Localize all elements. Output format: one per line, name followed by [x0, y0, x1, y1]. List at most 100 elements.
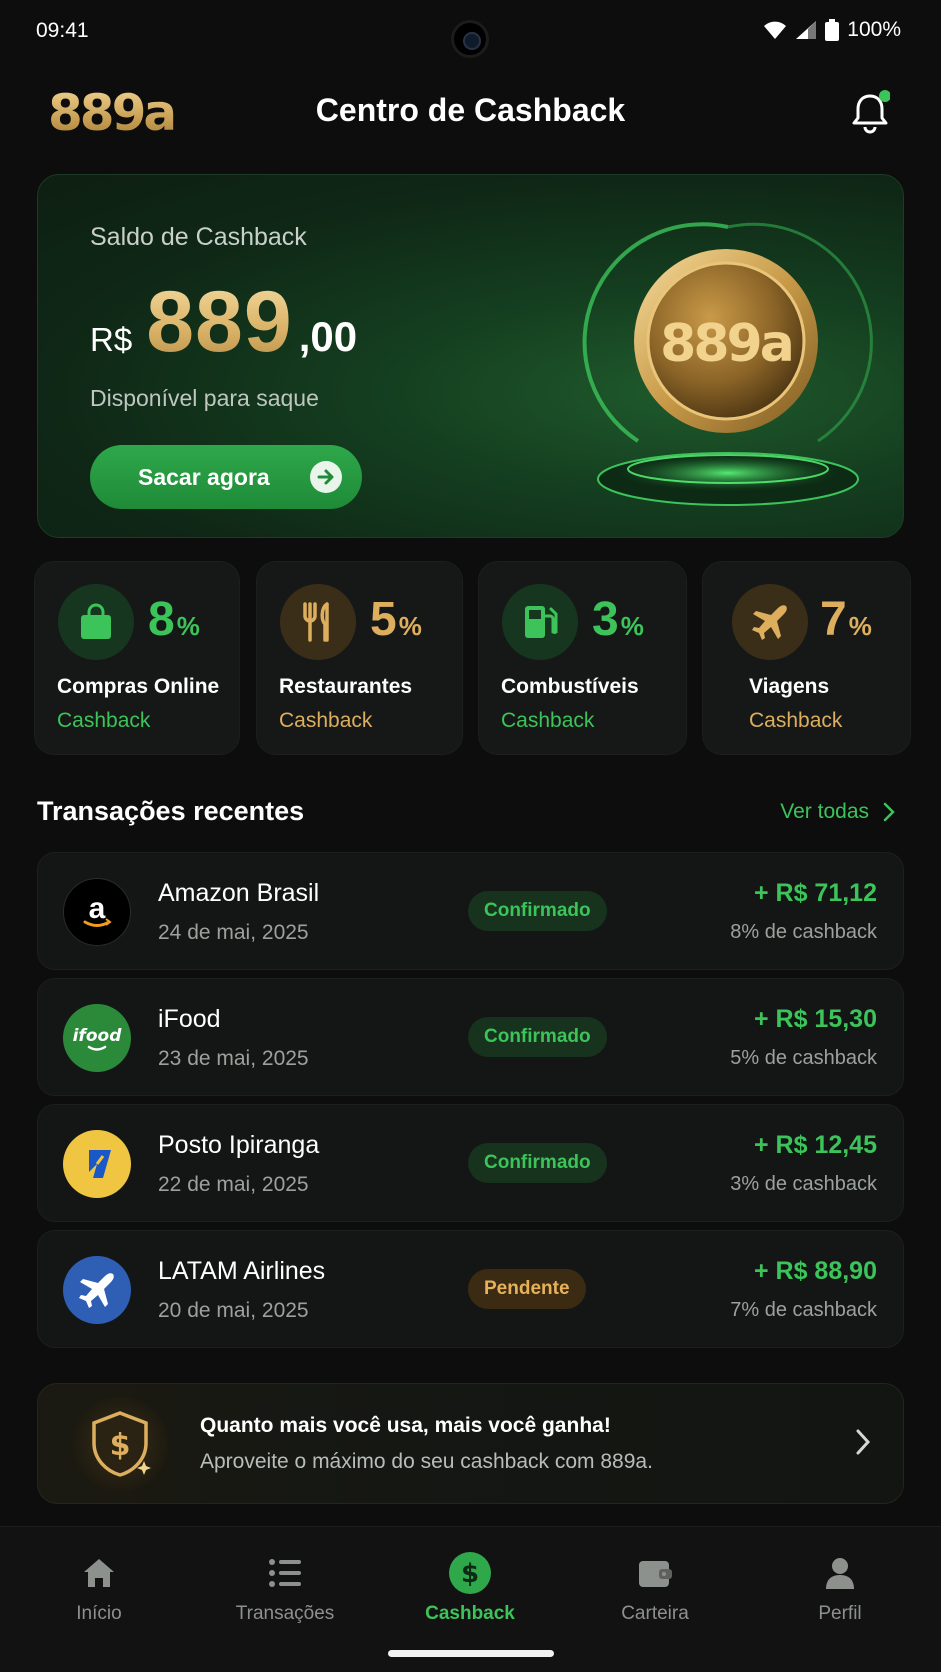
category-card-fuel[interactable]: 3% Combustíveis Cashback: [478, 561, 687, 755]
transaction-amount: + R$ 12,45: [753, 1131, 877, 1159]
shield-dollar-icon: $: [72, 1396, 168, 1492]
chevron-right-icon: [883, 802, 895, 822]
merchant-name: Amazon Brasil: [158, 879, 320, 907]
app-header: 889a Centro de Cashback: [0, 76, 941, 148]
ifood-logo-icon: ifood: [63, 1004, 131, 1072]
list-icon: [268, 1553, 302, 1593]
svg-text:$: $: [461, 1559, 479, 1589]
gold-coin-illustration: 889a: [582, 222, 873, 506]
battery-icon: [825, 19, 840, 41]
nav-item-perfil[interactable]: Perfil: [746, 1527, 934, 1647]
status-badge: Pendente: [468, 1269, 586, 1309]
promo-title: Quanto mais você usa, mais você ganha!: [200, 1414, 611, 1437]
category-name: Compras Online: [57, 675, 220, 698]
dollar-coin-icon: $: [448, 1552, 492, 1594]
balance-integer: 889: [146, 274, 293, 370]
category-percent: 7%: [820, 593, 872, 646]
category-card-restaurants[interactable]: 5% Restaurantes Cashback: [256, 561, 463, 755]
fuel-pump-icon: [502, 584, 578, 660]
status-time: 09:41: [36, 19, 89, 42]
amazon-logo-icon: a: [63, 878, 131, 946]
coin-logo-text: 889a: [660, 314, 792, 374]
nav-item-cashback[interactable]: $ Cashback: [376, 1527, 564, 1647]
arrow-right-icon: [310, 461, 342, 493]
merchant-name: Posto Ipiranga: [158, 1131, 320, 1159]
cashback-balance-card: Saldo de Cashback R$ 889 ,00 Disponível …: [37, 174, 904, 538]
svg-text:a: a: [89, 892, 106, 925]
ipiranga-logo-icon: [63, 1130, 131, 1198]
nav-label: Carteira: [621, 1603, 689, 1624]
transaction-date: 24 de mai, 2025: [158, 921, 309, 944]
withdraw-button-label: Sacar agora: [138, 463, 270, 490]
category-percent: 8%: [148, 593, 200, 646]
category-card-online-shopping[interactable]: 8% Compras Online Cashback: [34, 561, 240, 755]
page-title: Centro de Cashback: [315, 92, 626, 128]
chevron-right-icon: [856, 1429, 871, 1455]
promo-subtitle: Aproveite o máximo do seu cashback com 8…: [200, 1450, 653, 1473]
balance-label: Saldo de Cashback: [90, 223, 307, 251]
transactions-section-title: Transações recentes: [37, 796, 305, 826]
category-name: Viagens: [749, 675, 830, 698]
transaction-row[interactable]: a Amazon Brasil 24 de mai, 2025 Confirma…: [37, 852, 904, 970]
category-card-travel[interactable]: 7% Viagens Cashback: [702, 561, 911, 755]
transaction-row[interactable]: LATAM Airlines 20 de mai, 2025 Pendente …: [37, 1230, 904, 1348]
merchant-name: iFood: [158, 1005, 221, 1033]
signal-icon: [796, 21, 817, 39]
cashback-rate: 3% de cashback: [730, 1173, 877, 1195]
nav-item-inicio[interactable]: Início: [5, 1527, 193, 1647]
svg-text:ifood: ifood: [73, 1026, 123, 1046]
balance-decimal: ,00: [298, 313, 358, 360]
cashback-rate: 8% de cashback: [730, 921, 877, 943]
status-badge: Confirmado: [468, 1143, 607, 1183]
merchant-name: LATAM Airlines: [158, 1257, 326, 1285]
shopping-bag-icon: [58, 584, 134, 660]
transaction-date: 20 de mai, 2025: [158, 1299, 309, 1322]
category-sub: Cashback: [501, 709, 595, 732]
transaction-row[interactable]: ifood iFood 23 de mai, 2025 Confirmado +…: [37, 978, 904, 1096]
transaction-amount: + R$ 71,12: [753, 879, 877, 907]
category-sub: Cashback: [749, 709, 843, 732]
latam-logo-icon: [63, 1256, 131, 1324]
transaction-amount: + R$ 88,90: [753, 1257, 877, 1285]
nav-label: Início: [76, 1603, 122, 1624]
nav-label: Cashback: [425, 1603, 515, 1624]
fork-knife-icon: [280, 584, 356, 660]
status-icons: 100%: [763, 18, 901, 42]
category-name: Combustíveis: [501, 675, 639, 698]
home-icon: [82, 1553, 116, 1593]
category-name: Restaurantes: [279, 675, 413, 698]
svg-text:$: $: [110, 1428, 131, 1463]
cashback-rate: 5% de cashback: [730, 1047, 877, 1069]
bell-icon: [852, 90, 891, 134]
promo-banner[interactable]: $ Quanto mais você usa, mais você ganha!…: [37, 1383, 904, 1504]
balance-subtitle: Disponível para saque: [90, 385, 319, 411]
category-sub: Cashback: [57, 709, 151, 732]
transaction-row[interactable]: Posto Ipiranga 22 de mai, 2025 Confirmad…: [37, 1104, 904, 1222]
category-sub: Cashback: [279, 709, 373, 732]
notification-button[interactable]: [850, 90, 891, 134]
wallet-icon: [637, 1553, 673, 1593]
transaction-amount: + R$ 15,30: [753, 1005, 877, 1033]
see-all-link[interactable]: Ver todas: [780, 800, 895, 824]
balance-currency: R$: [90, 321, 133, 358]
home-indicator[interactable]: [388, 1650, 554, 1657]
nav-label: Perfil: [818, 1603, 862, 1624]
wifi-icon: [764, 21, 787, 39]
nav-item-carteira[interactable]: Carteira: [561, 1527, 749, 1647]
category-percent: 5%: [370, 593, 422, 646]
user-icon: [824, 1553, 856, 1593]
status-badge: Confirmado: [468, 891, 607, 931]
see-all-label: Ver todas: [780, 800, 869, 823]
category-percent: 3%: [592, 593, 644, 646]
transaction-date: 22 de mai, 2025: [158, 1173, 309, 1196]
status-bar: 09:41 100%: [0, 0, 941, 64]
nav-label: Transações: [235, 1603, 335, 1624]
front-camera: [451, 20, 489, 58]
airplane-icon: [732, 584, 808, 660]
cashback-rate: 7% de cashback: [730, 1299, 877, 1321]
withdraw-button[interactable]: Sacar agora: [90, 445, 362, 509]
transaction-date: 23 de mai, 2025: [158, 1047, 309, 1070]
battery-percentage: 100%: [847, 18, 901, 41]
nav-item-transacoes[interactable]: Transações: [191, 1527, 379, 1647]
balance-amount: R$ 889 ,00: [90, 273, 357, 372]
